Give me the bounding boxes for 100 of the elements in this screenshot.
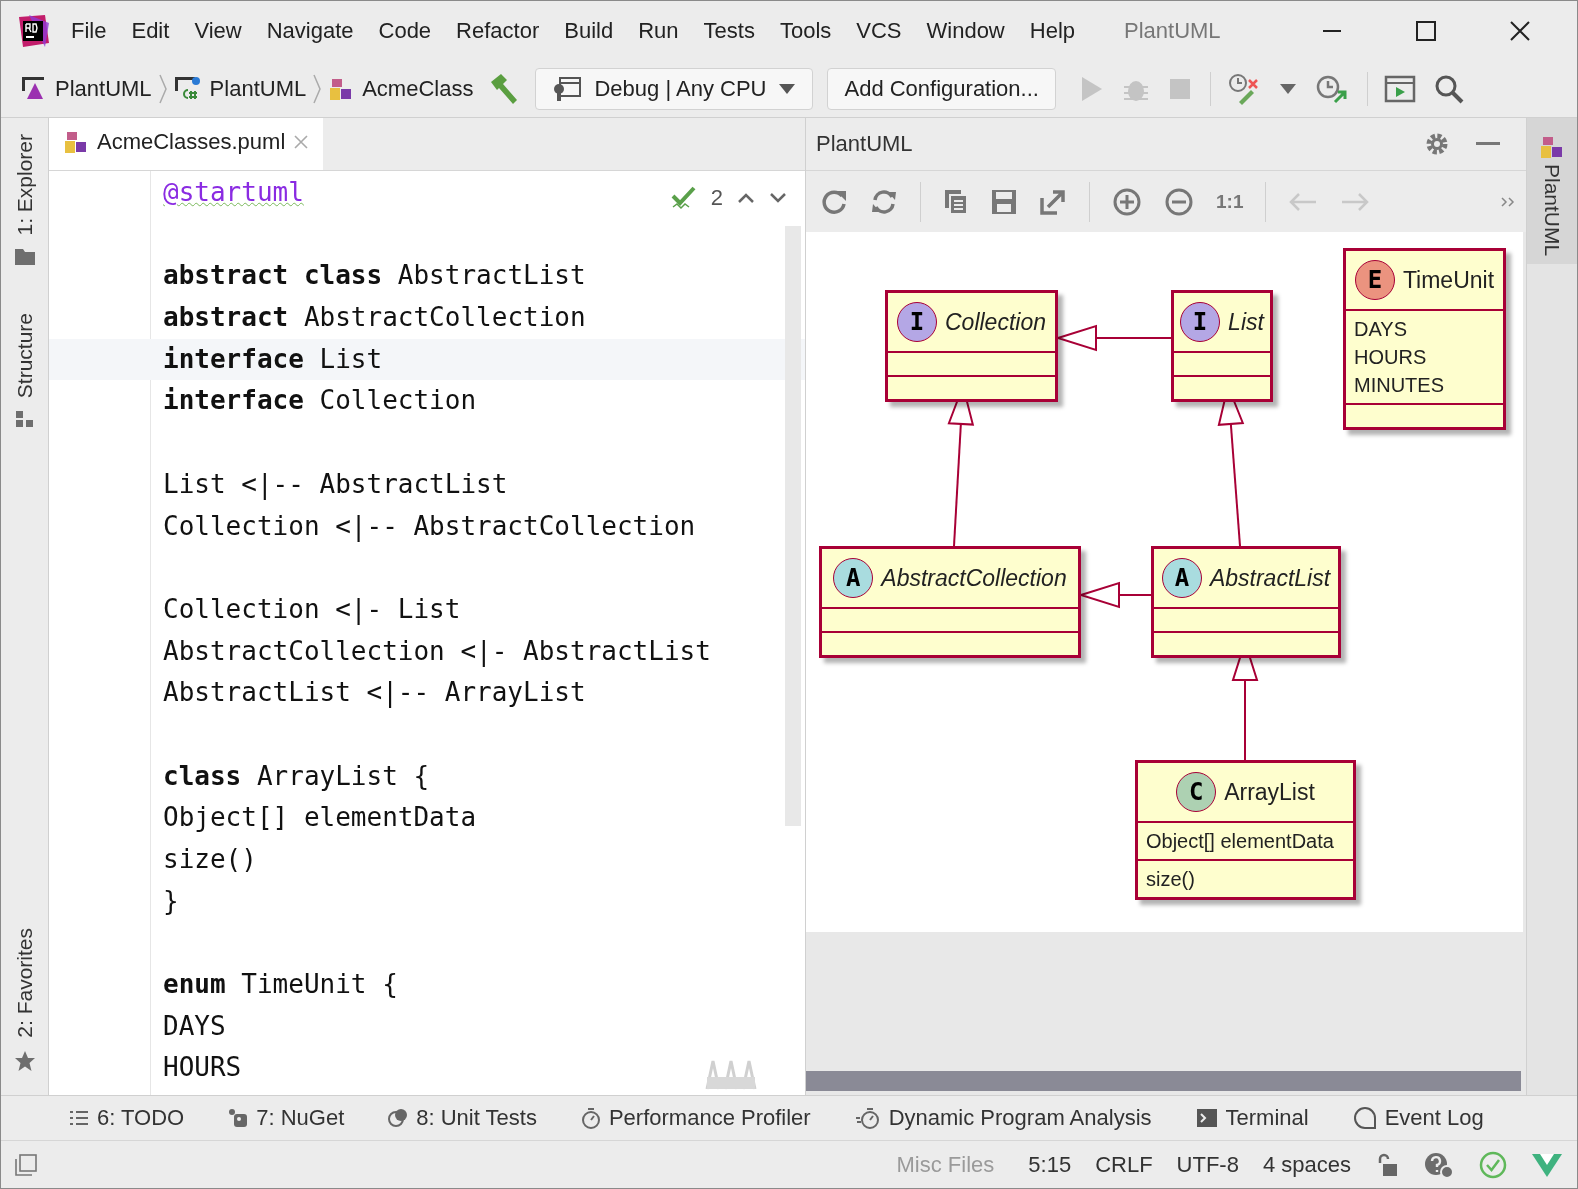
code-line: @startuml xyxy=(163,177,304,207)
code-line: size() xyxy=(163,844,257,874)
run-window-icon[interactable] xyxy=(1383,75,1416,103)
breadcrumb-item[interactable]: AcmeClass xyxy=(328,76,474,102)
settings-icon[interactable] xyxy=(1424,131,1450,157)
close-icon[interactable] xyxy=(1509,20,1531,42)
stereotype-circle: I xyxy=(897,302,937,342)
tool-window-tab[interactable]: 1: Explorer xyxy=(13,134,37,266)
menu-item[interactable]: Navigate xyxy=(266,18,354,44)
vue-logo-icon[interactable] xyxy=(1531,1151,1563,1178)
maximize-icon[interactable] xyxy=(1415,20,1437,42)
class-field: HOURS xyxy=(1354,343,1495,371)
tool-window-tab[interactable]: 2: Favorites xyxy=(13,928,37,1072)
folder-icon xyxy=(14,247,36,266)
menu-item[interactable]: Tests xyxy=(703,18,755,44)
save-icon[interactable] xyxy=(991,188,1017,215)
chevron-icon xyxy=(312,73,323,105)
sync-icon[interactable] xyxy=(870,187,898,216)
class-name: ArrayList xyxy=(1224,778,1315,806)
stereotype-circle: A xyxy=(833,558,874,598)
class-field: Object[] elementData xyxy=(1146,827,1345,855)
code-line: interface Collection xyxy=(163,385,477,416)
actual-size-button[interactable]: 1:1 xyxy=(1216,190,1244,213)
tool-window-button[interactable]: Terminal xyxy=(1195,1105,1309,1131)
check-icon[interactable] xyxy=(670,186,697,210)
menu-item[interactable]: Edit xyxy=(131,18,170,44)
code-line: } xyxy=(163,885,179,916)
class-name: AbstractCollection xyxy=(881,564,1067,592)
tool-window-button[interactable]: 8: Unit Tests xyxy=(388,1105,537,1131)
tool-window-button[interactable]: Dynamic Program Analysis xyxy=(854,1105,1152,1131)
csharp-project-icon xyxy=(173,76,202,102)
tool-window-button[interactable]: Event Log xyxy=(1352,1105,1484,1131)
unit-tests-icon xyxy=(388,1108,409,1128)
solution-icon xyxy=(21,76,47,102)
class-method: size() xyxy=(1146,867,1196,892)
menu-item[interactable]: Refactor xyxy=(456,18,540,44)
code-line: HOURS xyxy=(163,1052,242,1083)
chevron-up-icon[interactable] xyxy=(737,192,755,204)
dropdown-caret-icon[interactable] xyxy=(1278,83,1297,95)
plantuml-file-icon xyxy=(1539,134,1565,160)
menu-item[interactable]: Run xyxy=(638,18,679,44)
add-configuration-button[interactable]: Add Configuration... xyxy=(827,68,1056,110)
dropdown-caret-icon xyxy=(778,83,797,95)
code-line: abstract class AbstractList xyxy=(163,260,586,291)
breadcrumb-item[interactable]: PlantUML xyxy=(21,76,152,102)
code-line: Object[] elementData xyxy=(163,802,477,833)
status-bar-item[interactable]: 4 spaces xyxy=(1262,1151,1351,1178)
editor-tab[interactable]: AcmeClasses.puml xyxy=(49,118,324,170)
code-line: AbstractList <|-- ArrayList xyxy=(163,677,586,708)
check-circle-icon[interactable] xyxy=(1479,1150,1507,1179)
panel-title: PlantUML xyxy=(816,131,913,157)
tool-window-tab[interactable]: Structure xyxy=(13,313,37,429)
menu-item[interactable]: VCS xyxy=(856,18,902,44)
window-title: PlantUML xyxy=(1124,18,1221,44)
export-icon[interactable] xyxy=(1039,187,1067,216)
menu-item[interactable]: View xyxy=(194,18,242,44)
class-name: List xyxy=(1228,308,1264,336)
tool-window-button[interactable]: 6: TODO xyxy=(69,1105,185,1131)
class-name: TimeUnit xyxy=(1402,266,1495,294)
code-line: List <|-- AbstractList xyxy=(163,468,508,499)
menu-item[interactable]: Tools xyxy=(779,18,832,44)
clock-pencil-icon[interactable] xyxy=(1226,72,1261,106)
structure-icon xyxy=(15,410,35,429)
refresh-icon[interactable] xyxy=(820,187,848,216)
list-icon xyxy=(69,1110,89,1126)
chevron-icon xyxy=(157,73,168,105)
problem-count: 2 xyxy=(710,185,723,211)
menu-item[interactable]: File xyxy=(71,18,107,44)
class-field: DAYS xyxy=(1354,315,1495,343)
status-bar-item[interactable]: 5:15 xyxy=(1028,1151,1072,1178)
code-line: abstract AbstractCollection xyxy=(163,302,586,333)
stopwatch-icon xyxy=(580,1107,601,1129)
zoom-out-icon[interactable] xyxy=(1164,186,1194,217)
status-bar-item[interactable]: UTF-8 xyxy=(1176,1151,1239,1178)
zoom-in-icon[interactable] xyxy=(1112,186,1142,217)
menu-item[interactable]: Window xyxy=(926,18,1005,44)
more-icon[interactable] xyxy=(1500,195,1516,208)
status-bar-item[interactable]: CRLF xyxy=(1095,1151,1153,1178)
chevron-down-icon[interactable] xyxy=(769,192,787,204)
code-line: class ArrayList { xyxy=(163,760,430,791)
tool-window-button[interactable]: 7: NuGet xyxy=(228,1105,345,1131)
class-name: Collection xyxy=(945,308,1046,336)
plantuml-file-icon xyxy=(63,129,89,155)
run-configuration-dropdown[interactable]: Debug | Any CPU xyxy=(535,68,814,110)
class-field: MINUTES xyxy=(1354,371,1495,399)
stereotype-circle: E xyxy=(1354,260,1395,300)
configuration-icon xyxy=(552,76,583,102)
tool-windows-toggle-icon[interactable] xyxy=(15,1153,37,1176)
menu-item[interactable]: Build xyxy=(564,18,614,44)
menu-item[interactable]: Help xyxy=(1029,18,1075,44)
copy-icon[interactable] xyxy=(943,187,969,216)
package-icon xyxy=(228,1108,249,1128)
breadcrumb-item[interactable]: PlantUML xyxy=(173,76,307,102)
search-icon[interactable] xyxy=(1433,74,1464,104)
menu-item[interactable]: Code xyxy=(378,18,432,44)
tool-window-button[interactable]: Performance Profiler xyxy=(580,1105,811,1131)
code-line: AbstractCollection <|- AbstractList xyxy=(163,635,711,666)
scrollbar[interactable] xyxy=(806,1071,1521,1091)
tool-window-tab[interactable]: PlantUML xyxy=(1527,118,1577,265)
inspector-icon[interactable] xyxy=(1423,1150,1455,1179)
